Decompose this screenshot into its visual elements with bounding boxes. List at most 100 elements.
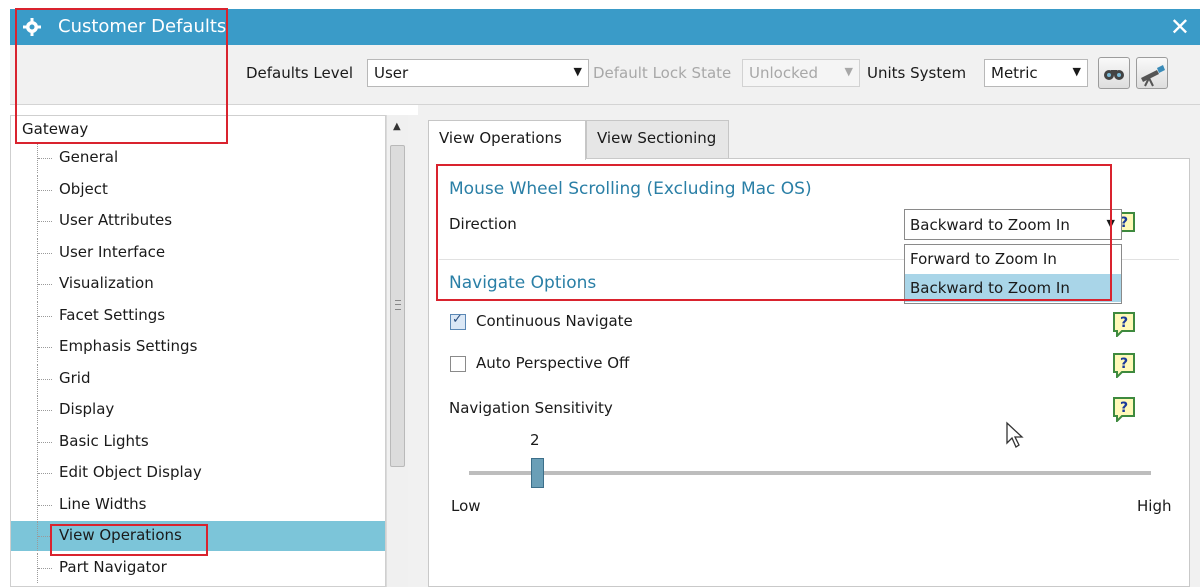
chevron-down-icon: ▼ xyxy=(573,65,582,78)
telescope-icon xyxy=(1141,65,1165,87)
units-system-value: Metric xyxy=(991,64,1038,82)
navigate-options-header: Navigate Options xyxy=(449,273,597,293)
continuous-navigate-label: Continuous Navigate xyxy=(476,312,633,330)
telescope-button[interactable] xyxy=(1136,57,1168,89)
lock-state-select: Unlocked ▼ xyxy=(742,59,860,87)
settings-panel: View Operations View Sectioning Mouse Wh… xyxy=(418,105,1200,587)
toolbar: Defaults Level User ▼ Default Lock State… xyxy=(10,45,1200,105)
tree-connector xyxy=(38,378,52,380)
scrollbar-thumb[interactable] xyxy=(390,145,405,467)
navigation-sensitivity-label: Navigation Sensitivity xyxy=(449,399,613,417)
mouse-cursor-icon xyxy=(1006,421,1024,448)
tree-item-label: Visualization xyxy=(59,274,154,292)
dropdown-option-backward[interactable]: Backward to Zoom In xyxy=(905,274,1121,302)
chevron-down-icon: ▼ xyxy=(1106,217,1115,230)
units-system-select[interactable]: Metric ▼ xyxy=(984,59,1088,87)
tree-item-label: View Operations xyxy=(59,526,182,544)
direction-value: Backward to Zoom In xyxy=(910,216,1070,234)
category-tree: Gateway General Object User Attributes User… xyxy=(10,115,386,587)
chevron-down-icon: ▼ xyxy=(844,65,853,78)
tree-item-label: Grid xyxy=(59,368,91,387)
window-title: Customer Defaults xyxy=(58,16,227,37)
defaults-level-select[interactable]: User ▼ xyxy=(367,59,589,87)
tree-connector xyxy=(38,221,52,222)
tree-item[interactable]: Object xyxy=(11,174,385,205)
sensitivity-slider-track[interactable] xyxy=(469,471,1151,475)
defaults-level-value: User xyxy=(374,64,409,82)
tree-item-label: Facet Settings xyxy=(59,305,166,324)
tree-item-label: User Attributes xyxy=(59,211,173,229)
find-button[interactable] xyxy=(1098,57,1130,89)
tree-item[interactable]: User Attributes xyxy=(11,206,385,236)
tree-item[interactable]: General xyxy=(11,143,385,173)
lock-state-value: Unlocked xyxy=(749,64,818,82)
lock-state-label: Default Lock State xyxy=(593,64,732,82)
tree-item[interactable]: Visualization xyxy=(11,269,385,299)
tab-view-sectioning[interactable]: View Sectioning xyxy=(586,120,729,158)
tree-item[interactable]: User Interface xyxy=(11,237,385,268)
tree-item[interactable]: Display xyxy=(11,395,385,425)
tree-connector xyxy=(38,536,52,537)
tree-item-label: General xyxy=(59,148,119,166)
tree-item[interactable]: Emphasis Settings xyxy=(11,332,385,362)
help-icon[interactable]: ? xyxy=(1112,352,1136,378)
sensitivity-value: 2 xyxy=(530,431,540,449)
tree-item-label: Object xyxy=(59,179,108,198)
title-bar: Customer Defaults ✕ xyxy=(10,9,1200,45)
tree-root-gateway[interactable]: Gateway xyxy=(22,120,88,138)
tree-item-label: Display xyxy=(59,400,115,418)
tree-item-label: Line Widths xyxy=(59,494,147,513)
svg-text:?: ? xyxy=(1120,400,1128,416)
tree-connector xyxy=(38,441,52,443)
direction-label: Direction xyxy=(449,215,517,233)
continuous-navigate-checkbox[interactable]: ✓ xyxy=(450,312,466,330)
tab-view-operations[interactable]: View Operations xyxy=(428,120,586,160)
sensitivity-slider-thumb[interactable] xyxy=(531,458,545,488)
sensitivity-high-label: High xyxy=(1137,497,1172,515)
tree-item[interactable]: Part Navigator xyxy=(11,552,385,583)
tree-item[interactable]: Edit Object Display xyxy=(11,458,385,488)
tree-item-label: User Interface xyxy=(59,242,166,261)
auto-perspective-checkbox[interactable] xyxy=(450,356,466,372)
panel-splitter[interactable] xyxy=(408,115,418,587)
scroll-up-icon[interactable]: ▲ xyxy=(393,121,401,132)
binoculars-find-icon xyxy=(1104,70,1124,80)
chevron-down-icon: ▼ xyxy=(1072,65,1081,78)
direction-dropdown: Forward to Zoom In Backward to Zoom In xyxy=(904,244,1122,304)
sensitivity-low-label: Low xyxy=(451,497,481,515)
tree-connector xyxy=(38,189,52,191)
tree-scrollbar[interactable]: ▲ xyxy=(386,115,408,587)
help-icon[interactable]: ? xyxy=(1112,396,1136,422)
svg-text:?: ? xyxy=(1120,315,1128,331)
grip-icon xyxy=(395,300,401,310)
tree-connector xyxy=(38,473,52,474)
close-icon[interactable]: ✕ xyxy=(1170,13,1190,41)
checkmark-icon: ✓ xyxy=(452,312,463,327)
tree-connector xyxy=(38,252,52,254)
tree-connector xyxy=(38,504,52,506)
direction-select[interactable]: Backward to Zoom In ▼ xyxy=(904,209,1122,240)
tree-connector xyxy=(38,410,52,411)
tree-item[interactable]: Line Widths xyxy=(11,489,385,520)
dropdown-option-forward[interactable]: Forward to Zoom In xyxy=(905,245,1121,273)
mouse-wheel-header: Mouse Wheel Scrolling (Excluding Mac OS) xyxy=(449,179,812,199)
tree-connector xyxy=(38,347,52,348)
tree-connector xyxy=(38,158,52,159)
tree-connector xyxy=(38,284,52,285)
units-system-label: Units System xyxy=(867,64,967,82)
auto-perspective-label: Auto Perspective Off xyxy=(476,354,630,372)
help-icon[interactable]: ? xyxy=(1112,311,1136,337)
tree-item-label: Basic Lights xyxy=(59,431,149,450)
tree-connector xyxy=(38,567,52,569)
tree-item-label: Emphasis Settings xyxy=(59,337,198,355)
tree-item[interactable]: Facet Settings xyxy=(11,300,385,331)
defaults-level-label: Defaults Level xyxy=(246,64,353,82)
tree-connector xyxy=(38,315,52,317)
tree-item[interactable]: Basic Lights xyxy=(11,426,385,457)
tree-item[interactable]: Grid xyxy=(11,363,385,394)
tree-item-label: Part Navigator xyxy=(59,557,167,576)
gear-icon xyxy=(23,18,41,36)
tree-item[interactable]: View Operations xyxy=(11,521,385,551)
tree-item-label: Edit Object Display xyxy=(59,463,202,481)
svg-text:?: ? xyxy=(1120,356,1128,372)
